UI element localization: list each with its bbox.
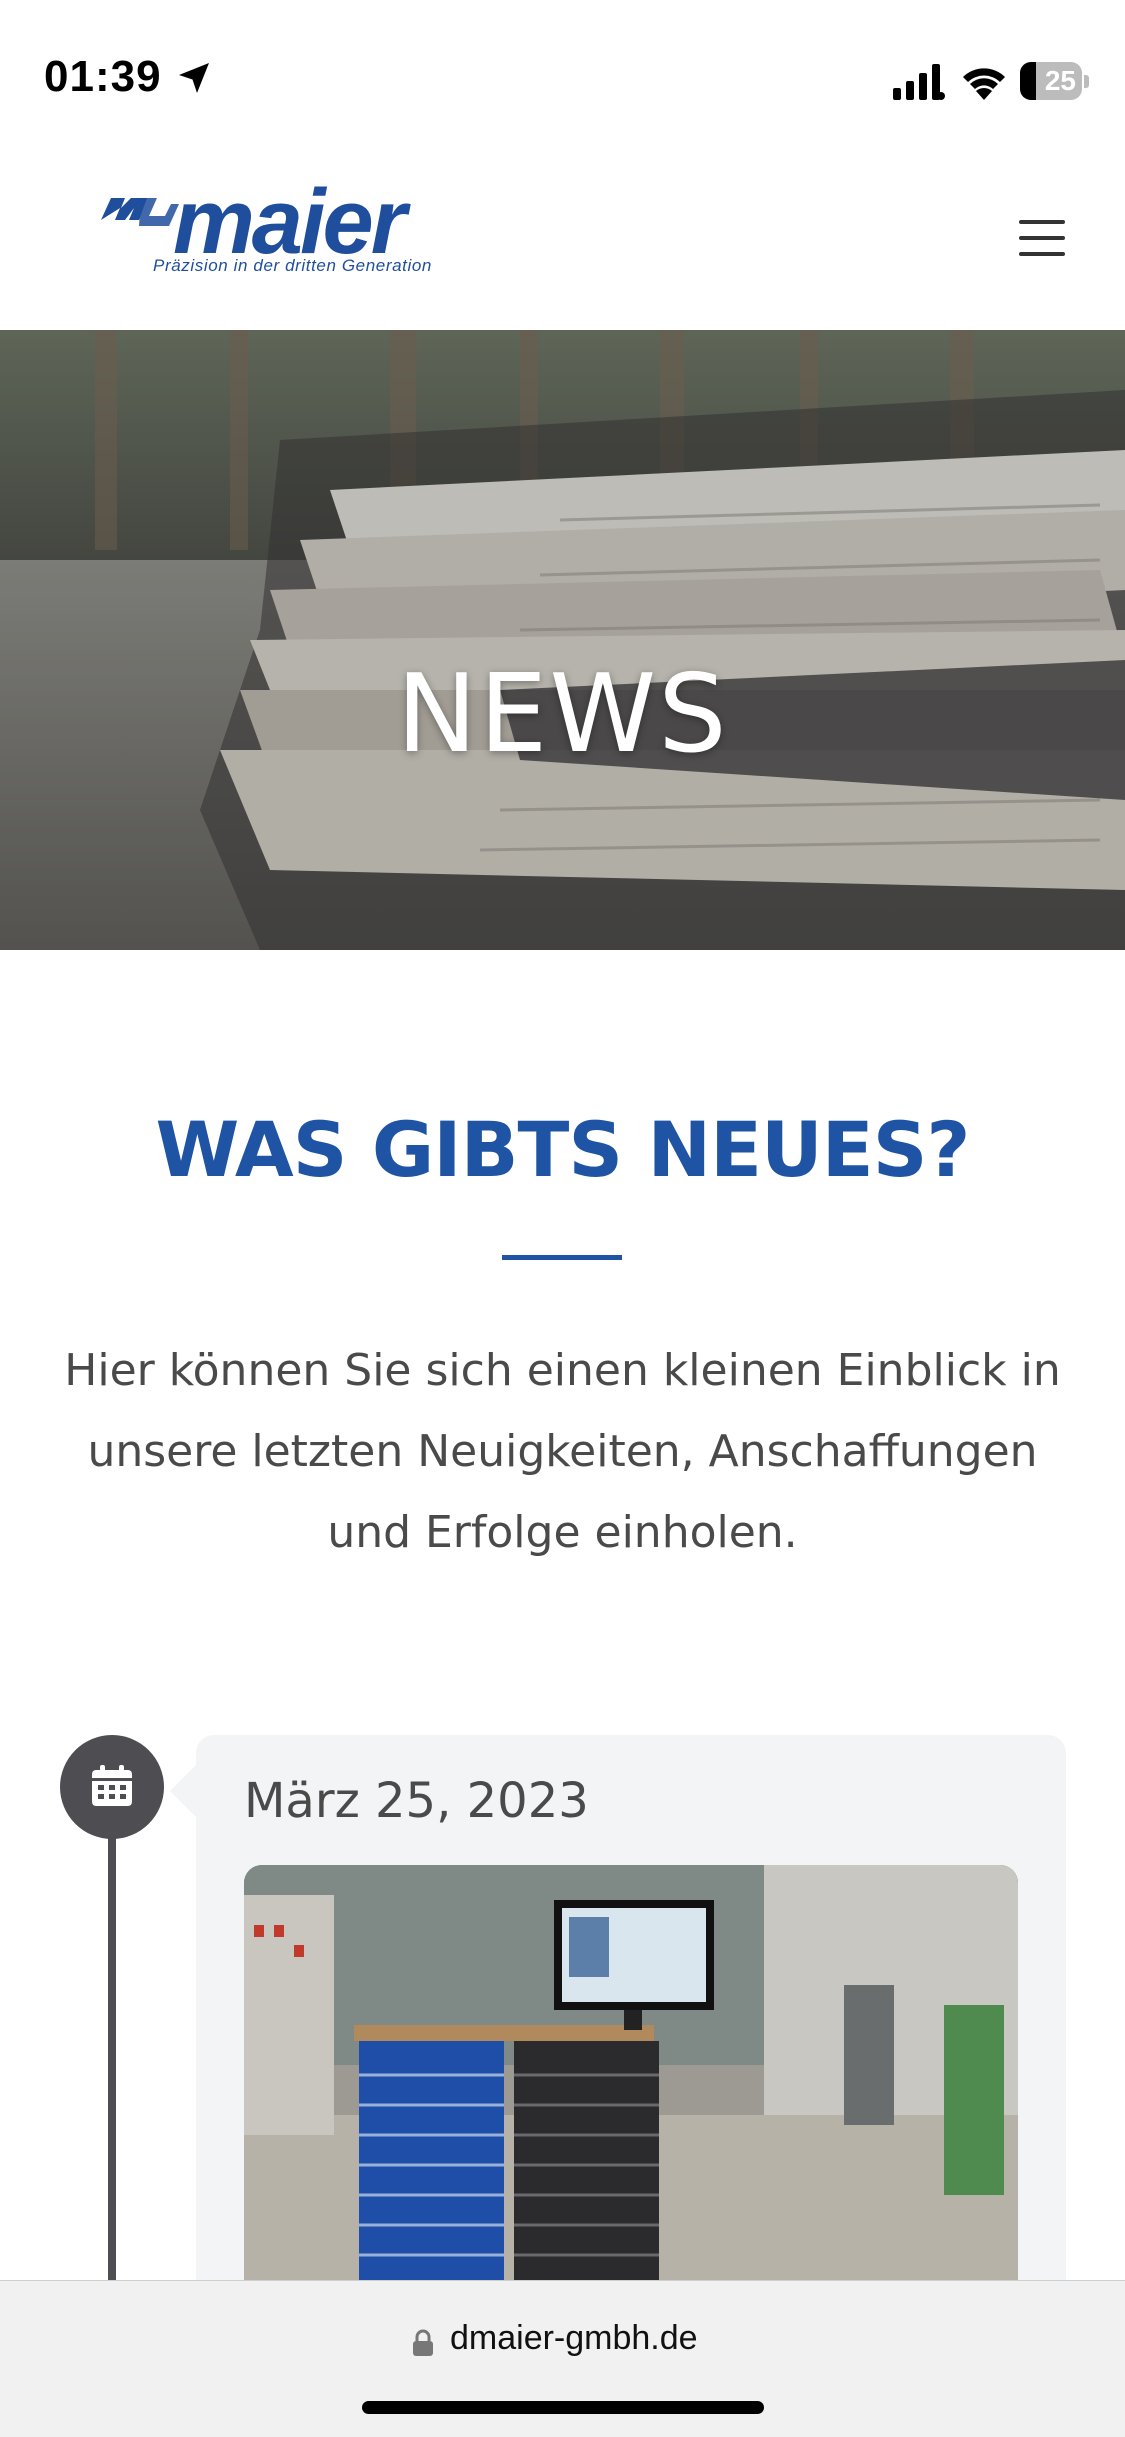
location-arrow-icon xyxy=(179,63,209,93)
status-bar: 01:39 25 xyxy=(0,0,1125,150)
timeline-line xyxy=(108,1780,116,2300)
hero-newspaper-image xyxy=(0,330,1125,950)
heading-divider xyxy=(502,1255,622,1260)
cellular-signal-icon xyxy=(893,64,945,100)
site-header: maier Präzision in der dritten Generatio… xyxy=(0,150,1125,330)
section-heading: WAS GIBTS NEUES? xyxy=(155,1105,970,1194)
hamburger-menu-icon[interactable] xyxy=(1010,220,1074,264)
hero-banner: NEWS xyxy=(0,330,1125,950)
news-image[interactable] xyxy=(244,1865,1018,2345)
browser-address-bar[interactable]: dmaier-gmbh.de xyxy=(0,2280,1125,2437)
news-date: März 25, 2023 xyxy=(244,1773,589,1829)
status-time: 01:39 xyxy=(44,52,162,101)
hero-title: NEWS xyxy=(396,652,729,778)
battery-icon: 25 xyxy=(1020,62,1090,102)
logo-tagline: Präzision in der dritten Generation xyxy=(153,256,432,275)
logo-mark-icon xyxy=(101,198,179,226)
news-card[interactable]: März 25, 2023 xyxy=(170,1735,1066,2355)
site-logo[interactable]: maier Präzision in der dritten Generatio… xyxy=(95,171,465,290)
lock-icon xyxy=(413,2329,433,2356)
intro-text: Hier können Sie sich einen kleinen Einbl… xyxy=(64,1345,1061,1558)
wifi-icon xyxy=(963,68,1005,100)
calendar-icon xyxy=(92,1765,132,1806)
url-text[interactable]: dmaier-gmbh.de xyxy=(450,2319,698,2358)
home-indicator[interactable] xyxy=(362,2401,764,2414)
timeline-marker xyxy=(60,1735,164,1839)
battery-level: 25 xyxy=(1044,65,1076,96)
